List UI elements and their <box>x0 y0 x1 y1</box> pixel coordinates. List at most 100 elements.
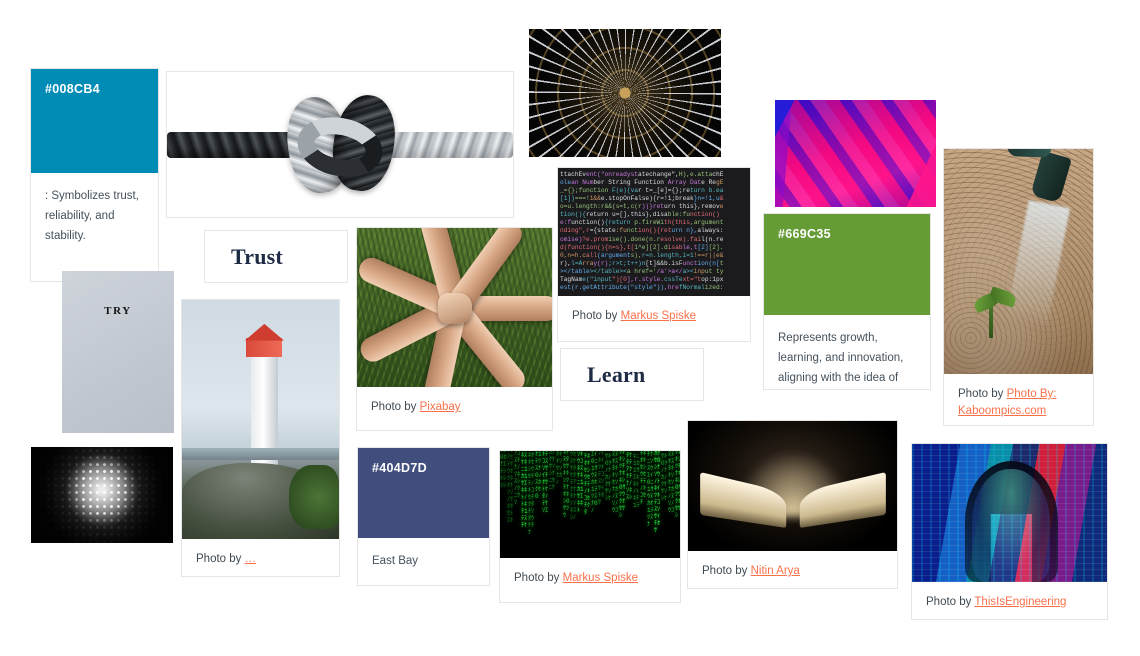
credit-prefix: Photo by <box>926 596 972 608</box>
word-trust-label: Trust <box>231 243 283 269</box>
matrix-column: ｹｱﾂﾁｵﾈﾃﾇﾀｾｻｷｷｼﾂﾁﾅｵﾈｼ0ｻﾂｳｸｵｾｻｼ <box>619 451 626 519</box>
photo-credit-markus-spiske-matrix: Photo by Markus Spiske <box>500 558 680 599</box>
photo-credit-markus-spiske-code: Photo by Markus Spiske <box>558 296 750 337</box>
photo-card-hands-circle[interactable]: Photo by Pixabay <box>356 227 553 431</box>
photo-card-halftone[interactable] <box>31 447 173 543</box>
matrix-column: ｿｷｳｺﾈｽｹﾈﾆ1ｶ1ｻｴﾈﾈﾄﾉﾄﾈﾁ1ﾃｽﾁｹ <box>521 451 528 529</box>
credit-prefix: Photo by <box>958 388 1004 400</box>
matrix-column: ﾁ1ﾃｽﾁｹｷｺﾅｷｻﾇﾁﾈｵｷｾｼｳｾﾁﾃﾉｷｺｾﾁｸﾀ <box>584 451 591 516</box>
credit-link[interactable]: ThisIsEngineering <box>974 596 1066 608</box>
matrix-column: ｳﾉﾄﾈｲﾂｷﾃｺｽｿｻｲﾁｵｻﾄｹﾀﾉﾃｹｿｴ <box>542 451 549 514</box>
credit-prefix: Photo by <box>702 565 748 577</box>
lighthouse-foliage <box>288 464 339 530</box>
matrix-column: ｿｷﾆﾂｿｷｳｺﾈｽｹﾈﾆ1ｶ1ｻｴﾈﾈﾄ <box>577 451 584 514</box>
swatch-fill-blue: #008CB4 <box>31 69 158 173</box>
photo-card-matrix-rain[interactable]: ﾀｺｶﾀｱﾆｳﾆ0ｶﾅｴﾃｼﾄｼｼｼﾈｳｱｾﾃｻｳｵｸﾈｵｷｿｿﾉｻﾈｵｾﾄｴｷ… <box>499 450 681 603</box>
matrix-column: ｳｺﾇﾄﾈｹｱﾂﾁｵﾈﾃﾇﾀｾｻｷｷｼﾂﾁﾅｵﾈｼ0ｻﾂｳ <box>563 451 570 519</box>
matrix-column: ｳｹﾁﾅﾆｿｽｳｴｲ0ﾆ1ｻｳﾇｶｵ1ﾃﾂｽﾅ0ﾉ <box>591 451 598 514</box>
halftone-artwork <box>31 447 173 543</box>
matrix-column: ｹﾆｸｵｴｶﾂｱｽﾀﾇﾇｵｽﾀｷｷｿｾｿﾅｶﾉﾇｿﾉｳｺ <box>668 451 675 514</box>
matrix-column: ﾀｺｶﾀｱﾆｳﾆ0ｶﾅｴﾃｼﾄｼｼｼ <box>500 451 507 489</box>
paint-artwork <box>775 100 936 207</box>
photo-lighthouse <box>182 300 339 539</box>
credit-link[interactable]: … <box>245 553 257 565</box>
credit-link[interactable]: Nitin Arya <box>751 565 800 577</box>
rope-knot-center <box>281 90 402 197</box>
swatch-fill-green: #669C35 <box>764 214 930 315</box>
photo-dome-tunnel <box>529 29 721 157</box>
photo-credit-nitin-arya: Photo by Nitin Arya <box>688 551 897 588</box>
matrix-column: ﾉﾃｹｿｴﾂｸｷｽﾅｻｷ0ｹﾉﾅｶﾉｸｹｻｿｼｹ <box>661 451 668 502</box>
credit-prefix: Photo by <box>196 553 242 565</box>
dome-artwork <box>529 29 721 157</box>
photo-card-lighthouse[interactable]: Photo by … <box>181 299 340 577</box>
lighthouse-roof <box>244 323 285 341</box>
lighthouse-lantern <box>246 338 283 358</box>
photo-hands-circle <box>357 228 552 387</box>
matrix-column: ｻｼｷﾃｳｾﾇｹﾅﾀｹﾀﾃｱｸﾅﾁﾅﾉｿﾈｽｼﾉ <box>570 451 577 521</box>
photo-halftone-dots <box>31 447 173 543</box>
photo-pink-paint <box>775 100 936 207</box>
book-artwork <box>688 421 897 551</box>
photo-credit-pixabay: Photo by Pixabay <box>357 387 552 428</box>
photo-card-dome-tunnel[interactable] <box>529 29 721 157</box>
photo-open-book <box>688 421 897 551</box>
matrix-column: ｹｱﾂﾁｵﾈﾃﾇﾀｾｻｷｷｼﾂﾁﾅｵﾈｼ0ｻﾂｳｸｵｾｻｼ <box>675 451 680 519</box>
portrait-face <box>972 468 1051 582</box>
word-card-trust[interactable]: Trust <box>204 230 348 283</box>
photo-card-tech-portrait[interactable]: Photo by ThisIsEngineering <box>911 443 1108 620</box>
credit-link[interactable]: Pixabay <box>420 401 461 413</box>
matrix-column: ｷｺﾅｷｻﾇﾁﾈｵｷｾｼｳｾﾁﾃﾉｷｺｾﾁ <box>640 451 647 506</box>
photo-code-screen: ttachEvent("onreadystatechange",H),e.att… <box>558 168 750 296</box>
photo-card-rope-knot[interactable] <box>166 71 514 218</box>
photo-card-open-book[interactable]: Photo by Nitin Arya <box>687 420 898 589</box>
photo-card-code-screen[interactable]: ttachEvent("onreadystatechange",H),e.att… <box>557 167 751 342</box>
matrix-column: ﾉﾃｹｿｴﾂｸｷｽﾅｻｷ0ｹﾉﾅｶﾉｸｹｻｿｼｹ <box>605 451 612 502</box>
try-word-label: TRY <box>104 304 132 317</box>
credit-link[interactable]: Markus Spiske <box>621 310 696 322</box>
photo-card-try[interactable]: TRY <box>62 271 174 433</box>
matrix-column: ｳｴｲ0ﾆ1ｻｳﾇｶｵ1ﾃﾂｽﾅ0ﾉｽｶｸｾ0 <box>535 451 542 500</box>
matrix-column: ｽﾅｻｷ0ｹﾉﾅｶﾉｸｹｻｿｼｹﾆｾﾆｹ <box>549 451 556 491</box>
matrix-artwork: ﾀｺｶﾀｱﾆｳﾆ0ｶﾅｴﾃｼﾄｼｼｼﾈｳｱｾﾃｻｳｵｸﾈｵｷｿｿﾉｻﾈｵｾﾄｴｷ… <box>500 451 680 558</box>
matrix-column: ｴｶﾂｱｽﾀﾇﾇｵｽﾀｷｷｿｾｿﾅｶﾉ <box>556 451 563 486</box>
tech-artwork <box>912 444 1107 582</box>
credit-link[interactable]: Markus Spiske <box>563 572 638 584</box>
swatch-hex-label: #008CB4 <box>45 82 100 96</box>
credit-prefix: Photo by <box>371 401 417 413</box>
swatch-caption-green: Represents growth, learning, and innovat… <box>778 332 904 384</box>
swatch-hex-label-navy: #404D7D <box>372 461 427 475</box>
matrix-column: ｹﾆｸｵｴｶﾂｱｽﾀﾇﾇｵｽﾀｷｷｿｾｿﾅｶﾉﾇｿﾉｳｺ <box>612 451 619 514</box>
swatch-fill-navy: #404D7D <box>358 448 489 538</box>
matrix-column: ｱｵﾇｴﾃﾀﾅｱｱｺｽﾁﾅﾉｿﾈｽｼﾉｸﾆｸｿ <box>514 451 521 506</box>
color-swatch-card-navy[interactable]: #404D7D East Bay <box>357 447 490 586</box>
photo-credit-thisisengineering: Photo by ThisIsEngineering <box>912 582 1107 619</box>
matrix-column: ｾﾇｹﾅﾀｹﾀﾃｱｸﾅﾁﾅﾉｿﾈｽｼ <box>626 451 633 501</box>
photo-tech-portrait <box>912 444 1107 582</box>
matrix-column: ｶｸｾ0ｼﾅｿｳﾉﾄﾈｲﾂｷﾃｺｽｿｻｲﾁｵｻ <box>654 451 661 534</box>
photo-matrix-rain: ﾀｺｶﾀｱﾆｳﾆ0ｶﾅｴﾃｼﾄｼｼｼﾈｳｱｾﾃｻｳｵｸﾈｵｷｿｿﾉｻﾈｵｾﾄｴｷ… <box>500 451 680 558</box>
matrix-column: ﾈｳｱｾﾃｻｳｵｸﾈｵｷｿｿﾉｻﾈｵｾﾄｴｷ <box>507 451 514 524</box>
photo-card-pink-paint[interactable] <box>775 100 936 207</box>
swatch-hex-label-green: #669C35 <box>778 227 831 241</box>
photo-credit-kaboompics: Photo by Photo By: Kaboompics.com <box>944 374 1093 425</box>
matrix-column: ｿﾀｳｹﾁﾅﾆｿｽｳｴｲ0ﾆ1ｻｳﾇｶｵ1ﾃﾂｽﾅ <box>647 451 654 528</box>
color-swatch-card-blue[interactable]: #008CB4 : Symbolizes trust, reliability,… <box>30 68 159 282</box>
moodboard-canvas: #008CB4 : Symbolizes trust, reliability,… <box>0 0 1140 656</box>
code-artwork: ttachEvent("onreadystatechange",H),e.att… <box>558 168 750 296</box>
photo-rope-knot <box>167 72 513 217</box>
swatch-caption-navy: East Bay <box>372 555 419 567</box>
color-swatch-card-green[interactable]: #669C35 Represents growth, learning, and… <box>763 213 931 390</box>
try-artwork: TRY <box>62 271 174 433</box>
credit-prefix: Photo by <box>572 310 618 322</box>
photo-credit-lighthouse: Photo by … <box>182 539 339 576</box>
hands-center-cluster <box>437 292 472 324</box>
matrix-column: ｾ0ｼﾅｿｳﾉﾄﾈｲﾂｷﾃｺｽｿｻｲﾁｵｻ <box>598 451 605 506</box>
word-card-learn[interactable]: Learn <box>560 348 704 401</box>
photo-card-watering-sprout[interactable]: Photo by Photo By: Kaboompics.com <box>943 148 1094 426</box>
lighthouse-sea <box>182 448 339 461</box>
matrix-column: ｷｻﾇﾁﾈｵｷｾｼｳｾﾁﾃﾉｷｺｾﾁｸﾀﾁｿﾀｳｹﾁﾅ <box>528 451 535 536</box>
word-learn-label: Learn <box>587 361 646 387</box>
photo-watering-sprout <box>944 149 1093 374</box>
swatch-caption-blue: : Symbolizes trust, reliability, and sta… <box>45 190 139 242</box>
